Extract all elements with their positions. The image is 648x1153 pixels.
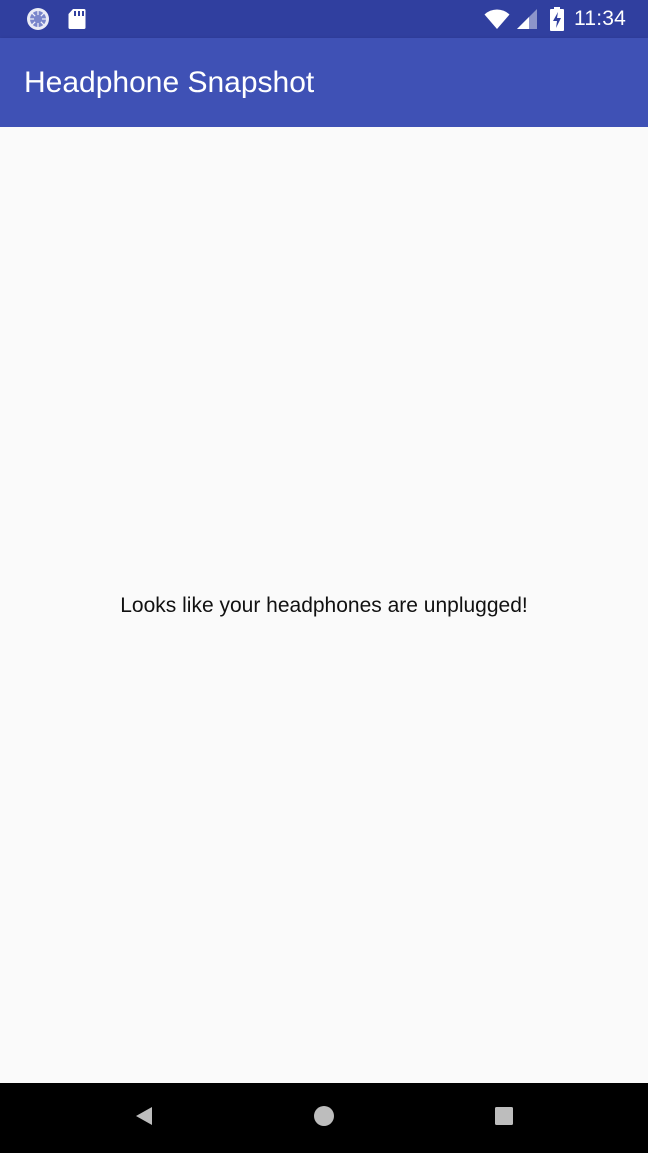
headphone-status-message: Looks like your headphones are unplugged… — [120, 594, 528, 617]
recents-button[interactable] — [464, 1083, 544, 1153]
status-right-icons: 11:34 — [484, 6, 626, 32]
status-clock: 11:34 — [574, 7, 626, 30]
battery-charging-icon — [550, 7, 564, 31]
status-left-icons — [26, 7, 86, 31]
app-title: Headphone Snapshot — [24, 66, 315, 99]
sync-spinner-icon — [26, 7, 50, 31]
navigation-bar — [0, 1083, 648, 1153]
app-bar: Headphone Snapshot — [0, 38, 648, 127]
status-bar: 11:34 — [0, 0, 648, 38]
back-button[interactable] — [104, 1083, 184, 1153]
cell-signal-icon — [516, 8, 538, 30]
home-icon — [313, 1105, 335, 1132]
recents-icon — [494, 1106, 514, 1131]
back-icon — [134, 1105, 154, 1132]
home-button[interactable] — [284, 1083, 364, 1153]
sd-card-icon — [68, 8, 86, 30]
wifi-icon — [484, 8, 510, 30]
main-content: Looks like your headphones are unplugged… — [0, 127, 648, 1083]
